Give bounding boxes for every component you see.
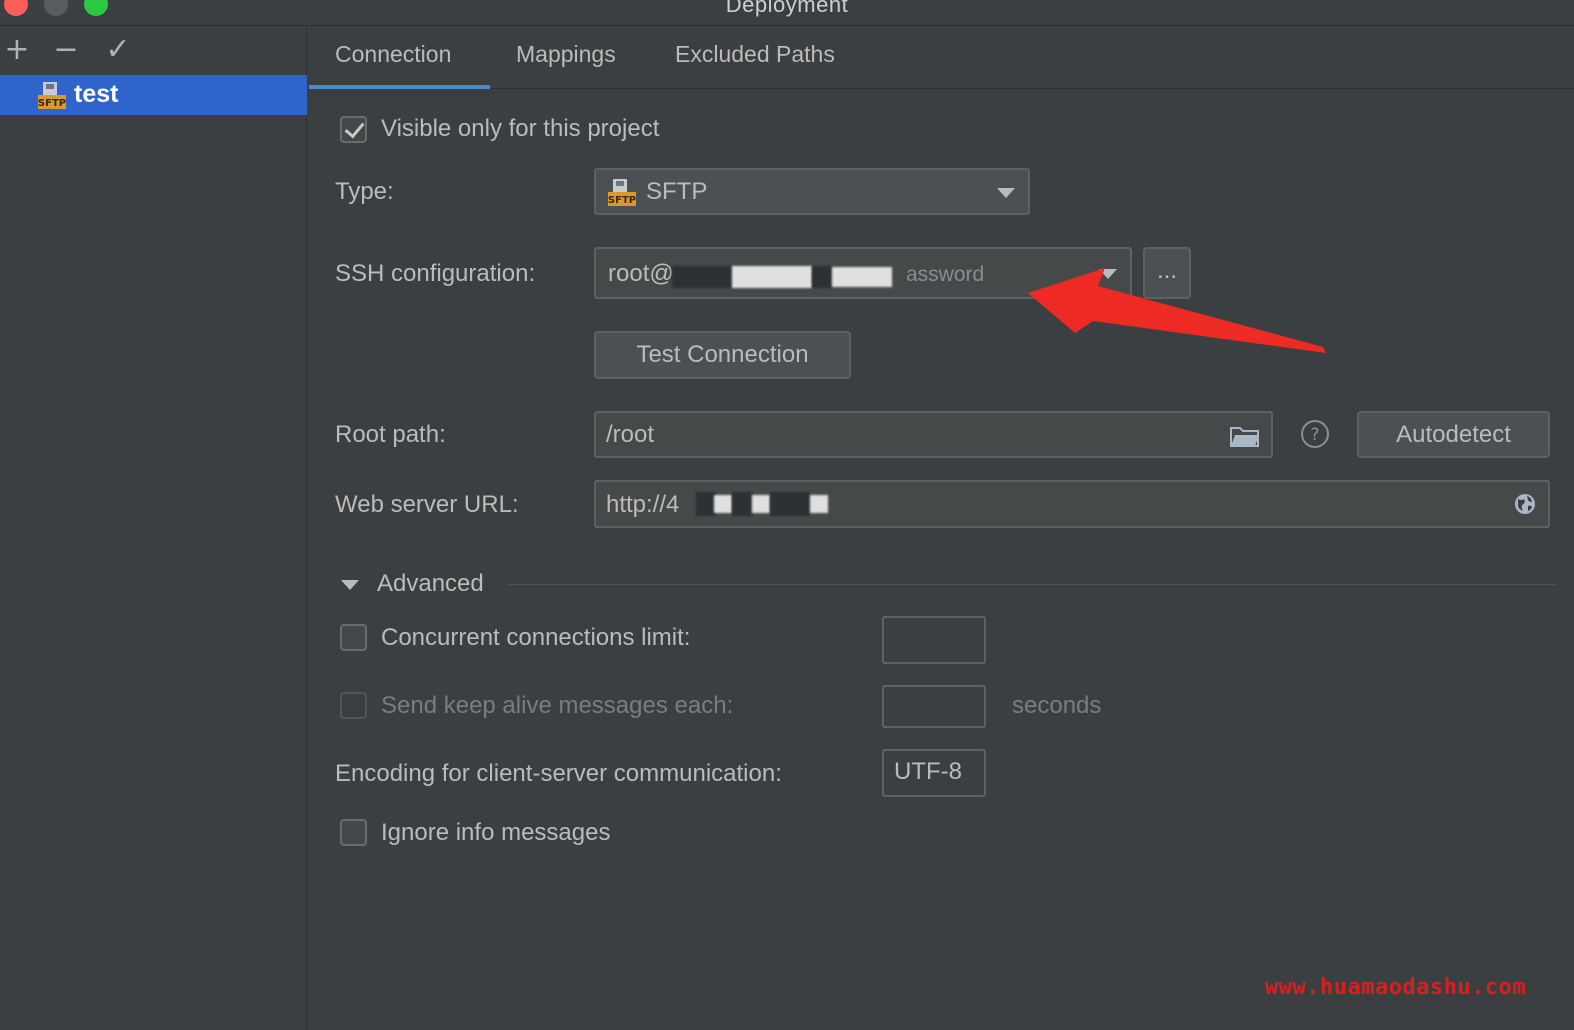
active-tab-indicator [309, 85, 490, 89]
redacted-area [832, 267, 892, 287]
type-value: SFTP [646, 178, 708, 205]
server-name: test [74, 80, 119, 108]
redacted-area [770, 492, 810, 516]
encoding-input[interactable]: UTF-8 [882, 749, 986, 797]
type-select[interactable]: SFTP SFTP [594, 168, 1030, 215]
sftp-icon: SFTP [38, 82, 66, 109]
server-list-panel: + − ✓ SFTP test [0, 27, 307, 1030]
ignore-info-checkbox[interactable] [340, 819, 367, 846]
chevron-down-icon [997, 188, 1015, 198]
window-title: Deployment [725, 0, 849, 17]
sftp-icon-text: SFTP [608, 195, 636, 206]
tab-bar: Connection Mappings Excluded Paths [308, 27, 1574, 89]
concurrent-connections-input[interactable] [882, 616, 986, 664]
ignore-info-label: Ignore info messages [381, 819, 611, 846]
visible-only-label: Visible only for this project [381, 115, 660, 142]
advanced-collapse-icon[interactable] [341, 580, 359, 590]
redacted-area [732, 266, 812, 288]
keep-alive-label: Send keep alive messages each: [381, 692, 734, 719]
tab-connection[interactable]: Connection [335, 41, 451, 68]
web-server-url-input[interactable]: http://4 [594, 480, 1550, 528]
web-server-url-value: http://4 [606, 491, 680, 518]
advanced-separator [509, 584, 1555, 585]
add-server-button[interactable]: + [0, 33, 34, 67]
root-path-input[interactable]: /root [594, 411, 1273, 458]
test-connection-button[interactable]: Test Connection [594, 331, 851, 379]
type-label: Type: [335, 178, 394, 205]
tab-mappings[interactable]: Mappings [516, 41, 616, 68]
root-path-value: /root [606, 421, 655, 448]
server-list-toolbar: + − ✓ [0, 27, 307, 73]
web-server-url-label: Web server URL: [335, 491, 519, 518]
concurrent-connections-checkbox[interactable] [340, 624, 367, 651]
ssh-config-value: root@ [608, 260, 674, 287]
help-icon[interactable]: ? [1300, 419, 1330, 449]
visible-only-checkbox[interactable] [340, 116, 367, 143]
redacted-area [696, 492, 716, 516]
redacted-area [752, 495, 770, 513]
keep-alive-checkbox[interactable] [340, 692, 367, 719]
ssh-config-suffix: assword [906, 263, 985, 286]
server-list-item-test[interactable]: SFTP test [0, 75, 307, 115]
tab-excluded-paths[interactable]: Excluded Paths [675, 41, 835, 68]
watermark-text: www.huamaodashu.com [1265, 975, 1527, 1000]
redacted-area [732, 492, 752, 516]
folder-icon[interactable] [1230, 424, 1260, 448]
globe-icon[interactable] [1513, 492, 1537, 516]
root-path-label: Root path: [335, 421, 446, 448]
redacted-area [810, 495, 828, 513]
autodetect-button[interactable]: Autodetect [1357, 411, 1550, 458]
sftp-icon: SFTP [608, 179, 636, 206]
annotation-arrow [1028, 268, 1326, 353]
redacted-area [672, 266, 732, 288]
set-default-checkmark-icon[interactable]: ✓ [101, 33, 135, 67]
redacted-area [714, 495, 732, 513]
advanced-header[interactable]: Advanced [377, 570, 484, 598]
keep-alive-input[interactable] [882, 685, 986, 728]
encoding-label: Encoding for client-server communication… [335, 760, 782, 787]
title-bar: Deployment [0, 0, 1574, 26]
ssh-config-label: SSH configuration: [335, 260, 536, 287]
keep-alive-unit: seconds [1012, 692, 1102, 719]
redacted-area [812, 266, 832, 288]
configuration-panel: Connection Mappings Excluded Paths Visib… [308, 27, 1574, 1030]
sftp-icon-text: SFTP [38, 98, 66, 109]
help-symbol: ? [1310, 425, 1319, 445]
concurrent-connections-label: Concurrent connections limit: [381, 624, 691, 651]
remove-server-button[interactable]: − [49, 33, 83, 67]
